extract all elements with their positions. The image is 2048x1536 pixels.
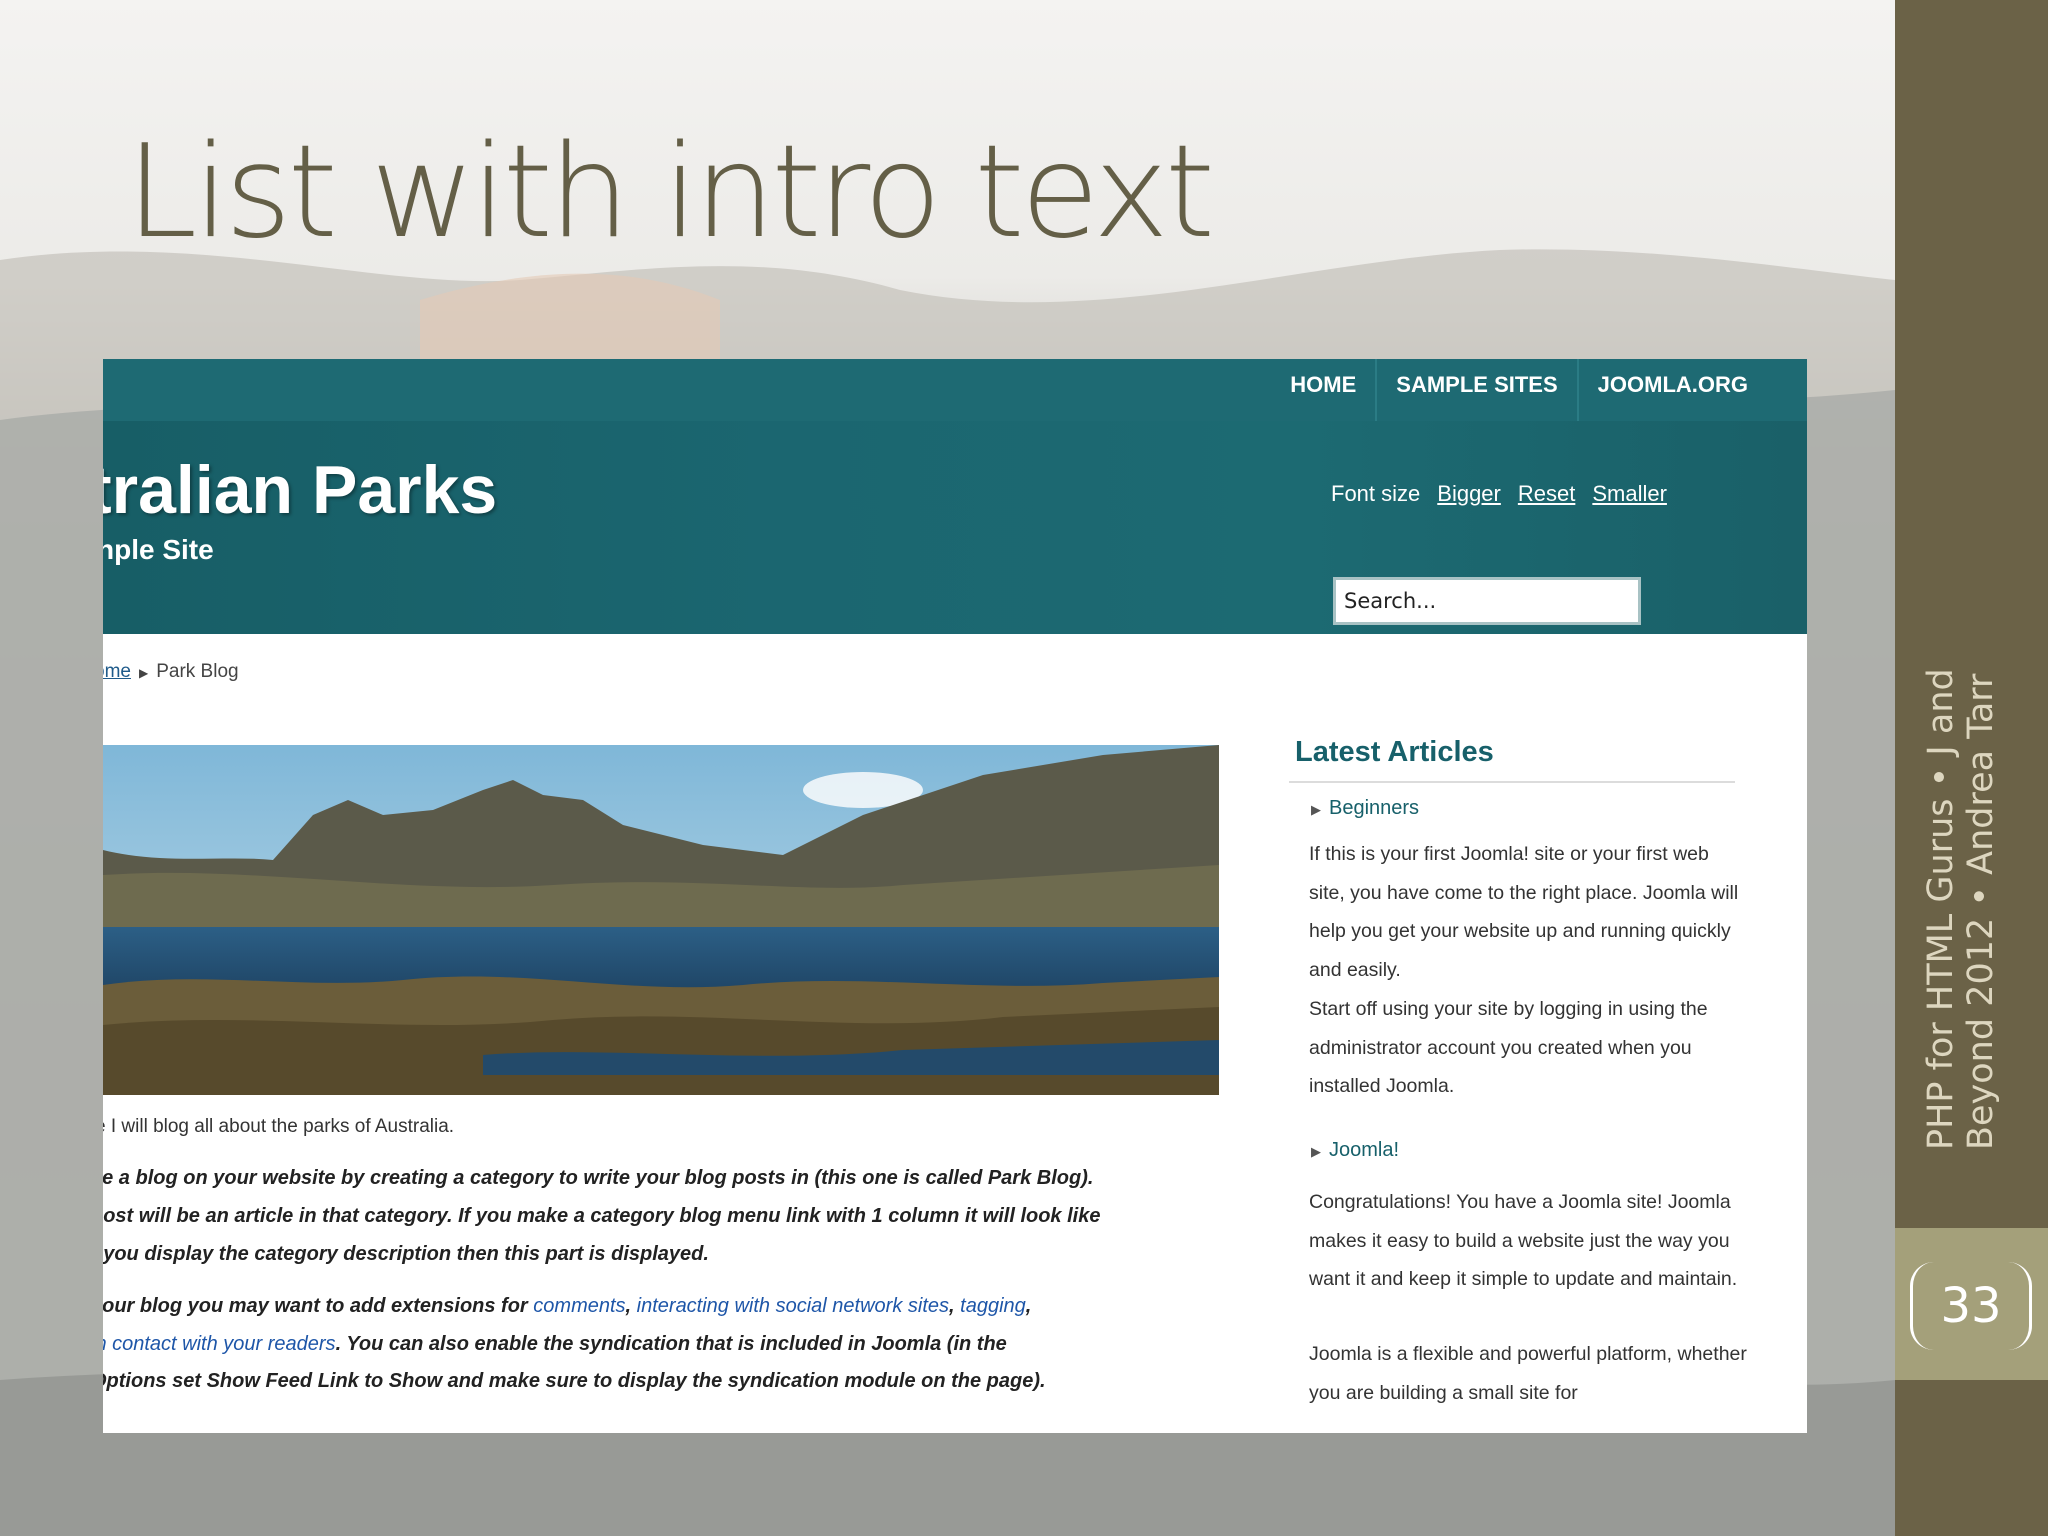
caption-line: Beyond 2012 • Andrea Tarr <box>1961 673 2001 1150</box>
tagging-link[interactable]: tagging <box>960 1295 1026 1317</box>
article-link-joomla[interactable]: ▶ Joomla! <box>1311 1139 1399 1162</box>
blog-description-line-1: ke a blog on your website by creating a … <box>103 1167 1094 1189</box>
extensions-line-3: Options set Show Feed Link to Show and m… <box>103 1370 1046 1392</box>
syndication-text: . You can also enable the syndication th… <box>335 1333 1007 1355</box>
breadcrumb-current: Park Blog <box>156 661 239 682</box>
article-text: Congratulations! You have a Joomla site!… <box>1309 1191 1738 1290</box>
caption-line: PHP for HTML Gurus • J and <box>1921 668 1961 1150</box>
website-screenshot: HOME SAMPLE SITES JOOMLA.ORG tralian Par… <box>103 359 1807 1433</box>
nav-joomla-org[interactable]: JOOMLA.ORG <box>1576 359 1767 421</box>
site-title[interactable]: tralian Parks <box>103 451 497 529</box>
article-heading[interactable]: Beginners <box>1329 797 1419 819</box>
blog-description-line-2: post will be an article in that category… <box>103 1205 1101 1227</box>
slide-title: List with intro text <box>126 118 1215 267</box>
article-text: Start off using your site by logging in … <box>1309 998 1708 1097</box>
article-link-beginners[interactable]: ▶ Beginners <box>1311 797 1419 820</box>
breadcrumb: ome ▶ Park Blog <box>103 661 239 683</box>
font-size-controls: Font size Bigger Reset Smaller <box>1331 481 1667 507</box>
social-network-link[interactable]: interacting with social network sites <box>637 1295 949 1317</box>
triangle-right-icon: ▶ <box>1311 1144 1321 1159</box>
latest-articles-title: Latest Articles <box>1295 736 1494 768</box>
top-navigation-bar: HOME SAMPLE SITES JOOMLA.ORG <box>103 359 1807 421</box>
font-bigger-link[interactable]: Bigger <box>1437 481 1501 507</box>
contact-readers-link[interactable]: in contact with your readers <box>103 1333 336 1355</box>
lake-mountain-photo <box>103 745 1219 1095</box>
breadcrumb-home-link[interactable]: ome <box>103 661 131 682</box>
font-size-label: Font size <box>1331 481 1421 506</box>
article-heading[interactable]: Joomla! <box>1329 1139 1399 1161</box>
article-text: If this is your first Joomla! site or yo… <box>1309 843 1739 981</box>
blog-intro-text: e I will blog all about the parks of Aus… <box>103 1116 455 1137</box>
comments-link[interactable]: comments <box>533 1295 625 1317</box>
nav-home[interactable]: HOME <box>1271 359 1375 421</box>
slide-caption: PHP for HTML Gurus • J and Beyond 2012 •… <box>1921 630 2001 1150</box>
extensions-text: your blog you may want to add extensions… <box>103 1295 534 1317</box>
article-text: Joomla is a flexible and powerful platfo… <box>1309 1343 1747 1404</box>
nav-sample-sites[interactable]: SAMPLE SITES <box>1375 359 1576 421</box>
slide-number: 33 <box>1910 1262 2032 1350</box>
site-subtitle: nple Site <box>103 534 214 565</box>
blog-description-line-3: f you display the category description t… <box>103 1243 709 1265</box>
search-input[interactable] <box>1333 577 1641 625</box>
extensions-line-1: your blog you may want to add extensions… <box>103 1287 1231 1325</box>
divider <box>1289 781 1735 783</box>
triangle-right-icon: ▶ <box>1311 802 1321 817</box>
font-reset-link[interactable]: Reset <box>1518 481 1575 507</box>
site-header: tralian Parks nple Site Font size Bigger… <box>103 421 1807 634</box>
font-smaller-link[interactable]: Smaller <box>1592 481 1667 507</box>
breadcrumb-arrow-icon: ▶ <box>138 666 149 680</box>
top-nav: HOME SAMPLE SITES JOOMLA.ORG <box>1271 359 1767 421</box>
extensions-line-2: in contact with your readers. You can al… <box>103 1325 1231 1363</box>
